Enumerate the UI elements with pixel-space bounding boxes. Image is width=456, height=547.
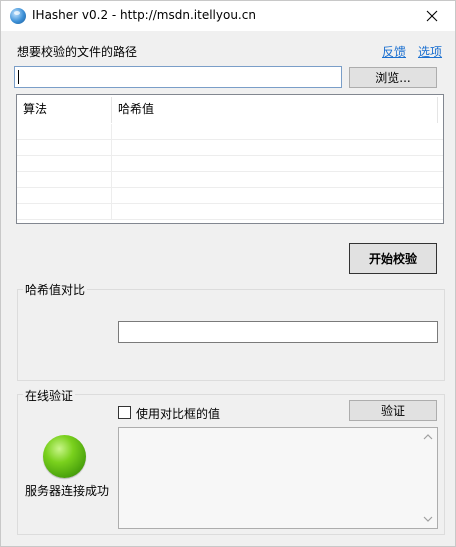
column-header-hash[interactable]: 哈希值 bbox=[112, 95, 438, 124]
browse-button[interactable]: 浏览... bbox=[349, 67, 437, 88]
table-row bbox=[17, 172, 443, 188]
hash-list[interactable]: 算法 哈希值 bbox=[16, 94, 444, 224]
table-row bbox=[17, 188, 443, 204]
start-verify-button[interactable]: 开始校验 bbox=[349, 243, 437, 274]
column-header-algorithm[interactable]: 算法 bbox=[17, 95, 112, 124]
scroll-up-icon[interactable] bbox=[423, 433, 433, 441]
connection-status-text: 服务器连接成功 bbox=[25, 484, 110, 498]
online-result-box[interactable] bbox=[118, 427, 438, 529]
compare-group-title: 哈希值对比 bbox=[23, 281, 88, 298]
hash-list-header: 算法 哈希值 bbox=[17, 95, 443, 124]
verify-button[interactable]: 验证 bbox=[349, 400, 437, 421]
use-compare-checkbox[interactable] bbox=[118, 406, 131, 419]
compare-hash-input[interactable] bbox=[118, 321, 438, 343]
file-path-input[interactable] bbox=[14, 66, 342, 88]
app-globe-icon bbox=[10, 8, 26, 24]
table-row bbox=[17, 204, 443, 220]
main-window: IHasher v0.2 - http://msdn.itellyou.cn 想… bbox=[0, 0, 456, 547]
use-compare-label[interactable]: 使用对比框的值 bbox=[136, 405, 220, 422]
title-bar: IHasher v0.2 - http://msdn.itellyou.cn bbox=[1, 1, 455, 31]
close-button[interactable] bbox=[409, 1, 455, 31]
window-title: IHasher v0.2 - http://msdn.itellyou.cn bbox=[32, 8, 256, 22]
text-caret bbox=[18, 70, 19, 84]
scroll-down-icon[interactable] bbox=[423, 515, 433, 523]
close-icon bbox=[426, 10, 438, 22]
connection-status-light-icon bbox=[43, 435, 86, 478]
column-divider[interactable] bbox=[437, 97, 438, 123]
path-label: 想要校验的文件的路径 bbox=[17, 45, 138, 59]
table-row bbox=[17, 124, 443, 140]
table-row bbox=[17, 156, 443, 172]
feedback-link[interactable]: 反馈 bbox=[382, 43, 406, 60]
options-link[interactable]: 选项 bbox=[418, 43, 442, 60]
online-group-title: 在线验证 bbox=[23, 387, 76, 404]
table-row bbox=[17, 140, 443, 156]
